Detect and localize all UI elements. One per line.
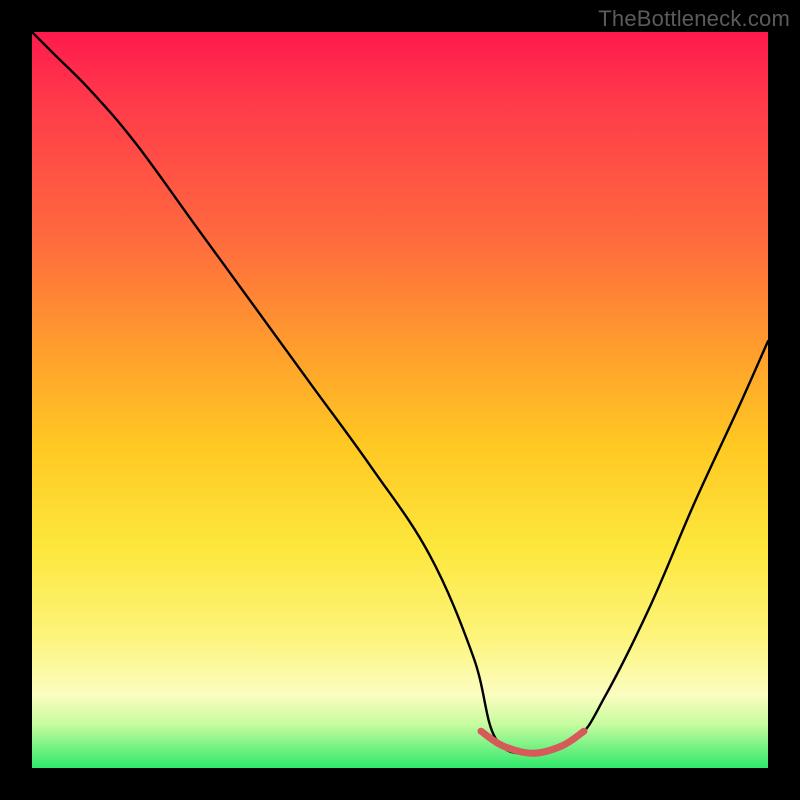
curve-layer [32,32,768,768]
optimum-highlight [481,731,584,753]
chart-frame: TheBottleneck.com [0,0,800,800]
bottleneck-curve [32,32,768,753]
watermark-text: TheBottleneck.com [598,6,790,32]
plot-area [32,32,768,768]
